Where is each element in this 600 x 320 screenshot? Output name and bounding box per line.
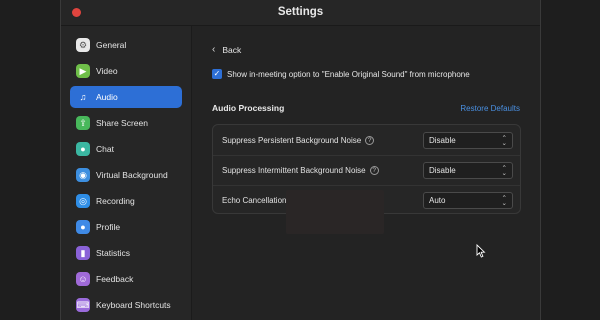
settings-window: Settings ⚙ General ▶ Video ♫ Audio ⇪ Share Scre…	[60, 0, 541, 320]
audio-processing-heading: Audio Processing	[212, 103, 285, 113]
sidebar-item-label: General	[96, 40, 127, 50]
sidebar-item-label: Virtual Background	[96, 170, 168, 180]
dropdown-value: Disable	[429, 135, 456, 145]
sidebar-item-profile[interactable]: ● Profile	[70, 216, 182, 238]
window-title: Settings	[277, 6, 324, 18]
suppress-intermittent-background-noise-dropdown[interactable]: Disable ⌃ ⌄	[423, 162, 513, 179]
gear-icon: ⚙	[76, 38, 90, 52]
setting-label: Suppress Intermittent Background Noise?	[222, 166, 379, 175]
chevron-up-down-icon: ⌃ ⌄	[501, 165, 507, 177]
sidebar-item-label: Statistics	[96, 248, 131, 258]
settings-sidebar: ⚙ General ▶ Video ♫ Audio ⇪ Share Screen ● Chat ◉ V…	[61, 26, 192, 320]
dropdown-value: Disable	[429, 166, 456, 175]
dropdown-shadow-area	[286, 190, 384, 234]
setting-label-text: Suppress Intermittent Background Noise	[222, 166, 366, 175]
sidebar-item-label: Chat	[96, 144, 114, 154]
original-sound-label: Show in-meeting option to "Enable Origin…	[227, 69, 470, 79]
record-icon: ◎	[76, 194, 90, 208]
statistics-icon: ▮	[76, 246, 90, 260]
feedback-smiley-icon: ☺	[76, 272, 90, 286]
chevron-left-icon: ‹	[212, 44, 216, 55]
headphones-icon: ♫	[79, 92, 87, 102]
chevron-up-down-icon: ⌃ ⌄	[501, 195, 507, 207]
title-bar: Settings	[61, 0, 540, 26]
setting-label: Suppress Persistent Background Noise?	[222, 135, 375, 145]
sidebar-item-label: Video	[96, 66, 118, 76]
sidebar-item-share-screen[interactable]: ⇪ Share Screen	[70, 112, 182, 134]
setting-label-text: Suppress Persistent Background Noise	[222, 135, 362, 145]
suppress-persistent-background-noise-dropdown[interactable]: Disable ⌃ ⌄	[423, 131, 513, 149]
sidebar-item-label: Audio	[96, 92, 118, 102]
original-sound-option[interactable]: ✓ Show in-meeting option to "Enable Orig…	[212, 69, 470, 79]
share-screen-icon: ⇪	[76, 116, 90, 130]
setting-row-suppress-intermittent-background-noise: Suppress Intermittent Background Noise? D…	[213, 155, 520, 185]
dropdown-value: Auto	[429, 196, 446, 205]
help-question-icon[interactable]: ?	[369, 166, 379, 175]
back-button[interactable]: ‹ Back	[212, 44, 241, 55]
help-question-icon[interactable]: ?	[365, 135, 375, 145]
sidebar-item-general[interactable]: ⚙ General	[70, 34, 182, 56]
sidebar-item-video[interactable]: ▶ Video	[70, 60, 182, 82]
setting-row-suppress-persistent-background-noise: Suppress Persistent Background Noise? Dis…	[213, 125, 520, 155]
restore-defaults-link[interactable]: Restore Defaults	[460, 104, 520, 113]
checkmark-icon: ✓	[213, 69, 221, 78]
sidebar-item-audio[interactable]: ♫ Audio	[70, 86, 182, 108]
profile-icon: ●	[76, 220, 90, 234]
back-label: Back	[222, 44, 242, 55]
mouse-pointer-icon	[476, 244, 486, 258]
sidebar-item-label: Share Screen	[96, 118, 148, 128]
setting-label: Echo Cancellation	[222, 196, 286, 205]
person-background-icon: ◉	[76, 168, 90, 182]
sidebar-item-chat[interactable]: ● Chat	[70, 138, 182, 160]
sidebar-item-label: Recording	[96, 196, 135, 206]
echo-cancellation-dropdown[interactable]: Auto ⌃ ⌄	[423, 192, 513, 209]
sidebar-item-label: Keyboard Shortcuts	[96, 300, 171, 310]
sidebar-item-statistics[interactable]: ▮ Statistics	[70, 242, 182, 264]
sidebar-item-recording[interactable]: ◎ Recording	[70, 190, 182, 212]
video-camera-icon: ▶	[76, 64, 90, 78]
sidebar-item-label: Feedback	[96, 274, 134, 284]
setting-label-text: Echo Cancellation	[222, 196, 287, 205]
sidebar-item-keyboard-shortcuts[interactable]: ⌨ Keyboard Shortcuts	[70, 294, 182, 316]
chevron-up-down-icon: ⌃ ⌄	[501, 134, 507, 147]
audio-settings-panel: ‹ Back ✓ Show in-meeting option to "Enab…	[193, 26, 540, 320]
chat-bubble-icon: ●	[76, 142, 90, 156]
original-sound-checkbox[interactable]: ✓	[212, 69, 222, 79]
keyboard-icon: ⌨	[76, 298, 90, 312]
sidebar-item-virtual-background[interactable]: ◉ Virtual Background	[70, 164, 182, 186]
sidebar-item-feedback[interactable]: ☺ Feedback	[70, 268, 182, 290]
sidebar-item-label: Profile	[96, 222, 121, 232]
